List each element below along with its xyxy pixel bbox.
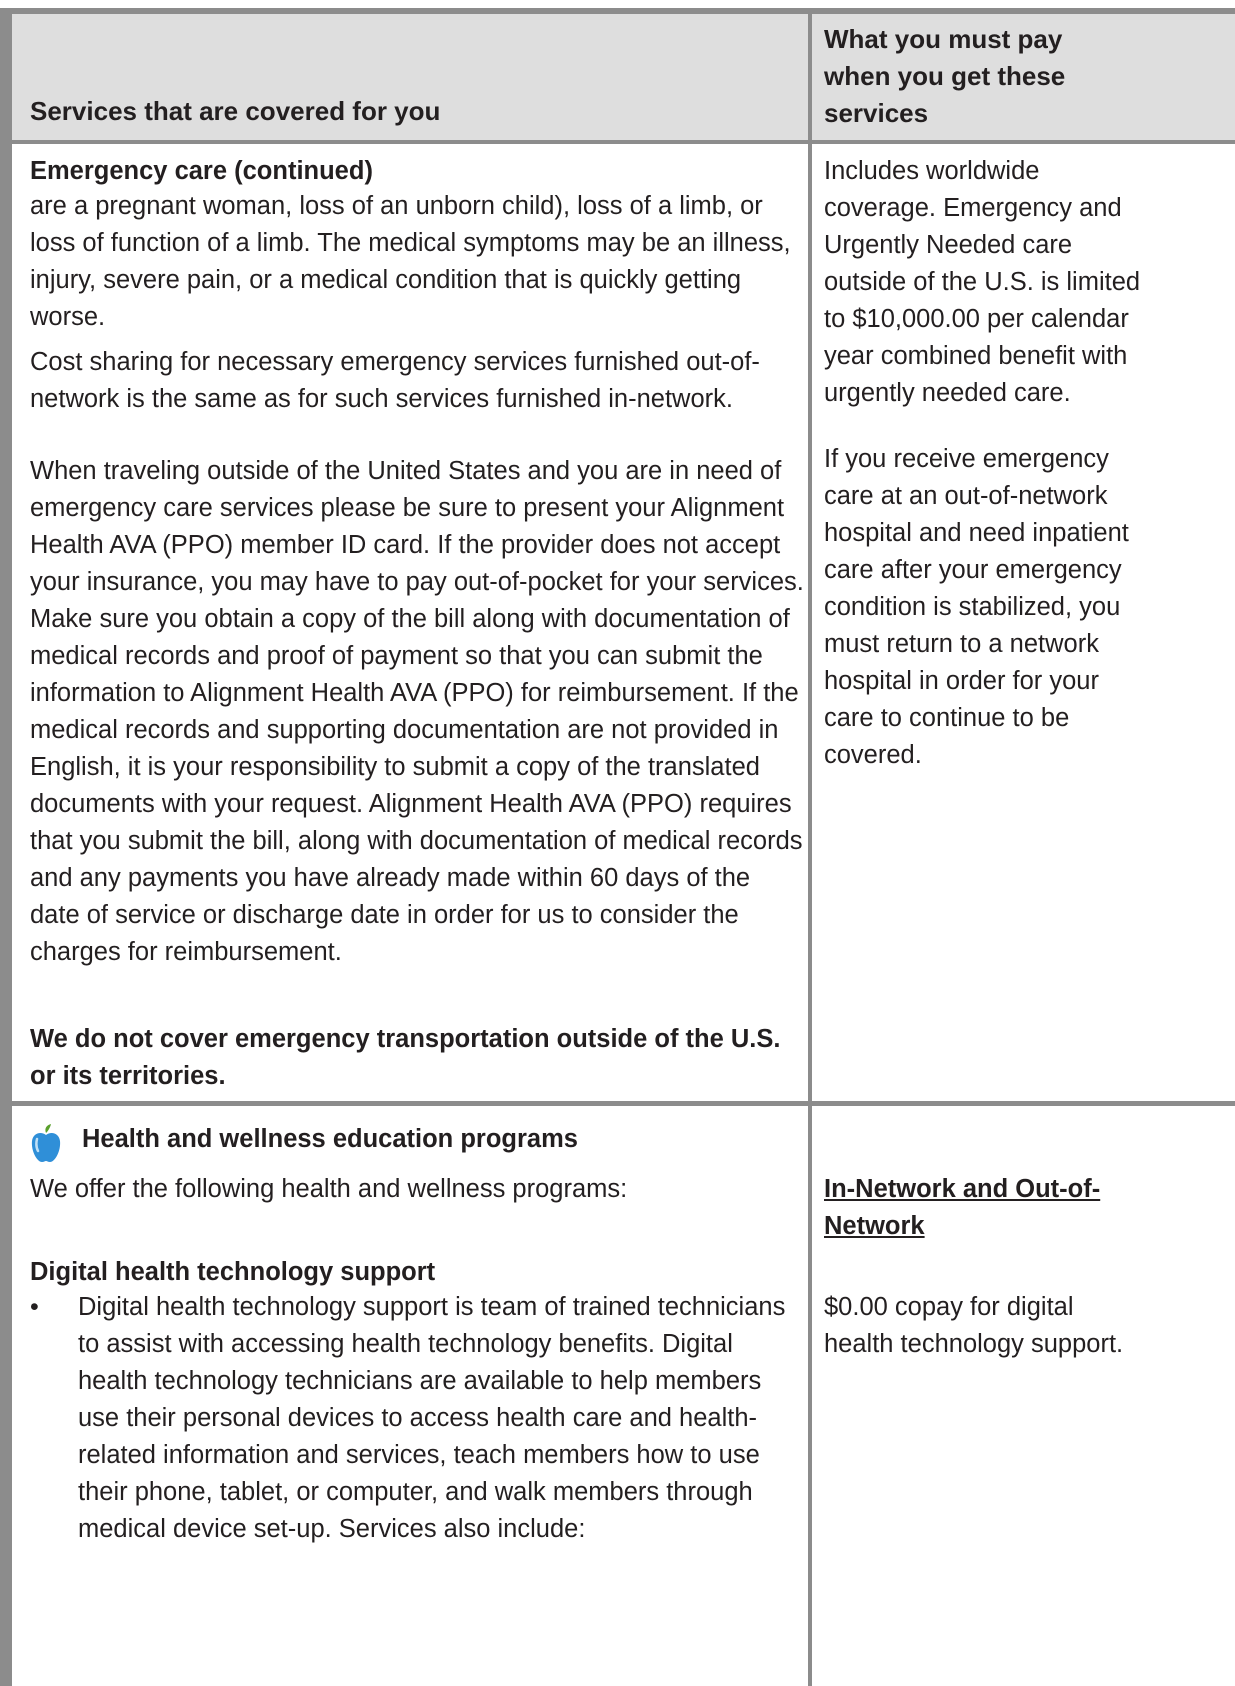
wellness-intro: We offer the following health and wellne… xyxy=(30,1175,628,1203)
emergency-heading: Emergency care (continued) xyxy=(30,157,373,185)
apple-icon xyxy=(30,1124,62,1164)
digital-support-pay: $0.00 copay for digital health technolog… xyxy=(824,1293,1124,1358)
header-bottom-border xyxy=(12,140,1235,144)
emergency-pay-2: If you receive emergency care at an out-… xyxy=(824,445,1129,769)
emergency-paragraph-1: are a pregnant woman, loss of an unborn … xyxy=(30,192,791,331)
network-label: In-Network and Out-of-Network xyxy=(824,1175,1101,1240)
bullet-icon: • xyxy=(30,1293,39,1321)
emergency-paragraph-3: When traveling outside of the United Sta… xyxy=(30,457,804,966)
table-top-border xyxy=(0,8,1235,14)
column-divider xyxy=(808,14,812,1686)
digital-support-heading: Digital health technology support xyxy=(30,1258,436,1286)
header-services-label: Services that are covered for you xyxy=(30,96,441,126)
table-left-border xyxy=(0,8,12,1686)
emergency-paragraph-2: Cost sharing for necessary emergency ser… xyxy=(30,348,760,413)
row-divider xyxy=(12,1101,1235,1106)
header-pay-label: What you must pay when you get these ser… xyxy=(824,24,1066,128)
digital-support-description: Digital health technology support is tea… xyxy=(78,1293,786,1543)
wellness-heading: Health and wellness education programs xyxy=(82,1125,578,1153)
emergency-exclusion: We do not cover emergency transportation… xyxy=(30,1025,781,1090)
emergency-pay-1: Includes worldwide coverage. Emergency a… xyxy=(824,157,1141,407)
